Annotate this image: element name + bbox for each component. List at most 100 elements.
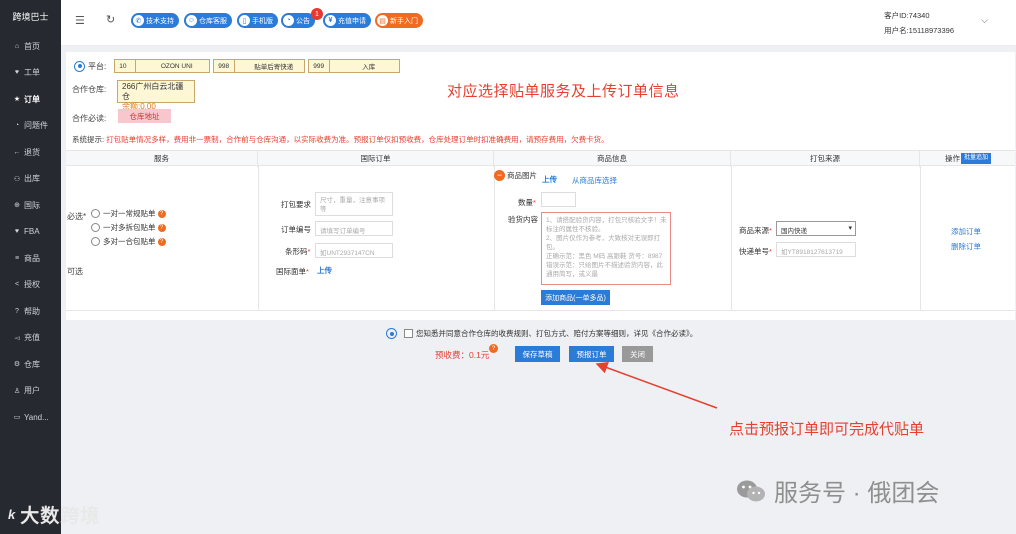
submit-forecast-button[interactable]: 预报订单	[569, 346, 614, 362]
sidebar-item-11[interactable]: ◅ 充值	[0, 325, 61, 352]
platform-name: OZON UNI	[160, 62, 193, 70]
pill-label: 仓库客服	[199, 17, 227, 25]
brand-logo: 跨境巴士	[12, 12, 49, 22]
sidebar-item-label: Yand...	[24, 412, 49, 422]
platform-code: 998	[218, 62, 230, 70]
star-icon: ★	[13, 96, 21, 104]
platform-code: 10	[119, 62, 127, 70]
user-info: 客户ID:74340 用户名:15118973396	[884, 8, 954, 38]
inspect-placeholder-line: 通用简写，或义最	[546, 271, 598, 278]
topbar-pill-4[interactable]: ¥ 充值申请	[323, 13, 371, 28]
help-icon[interactable]: ?	[157, 223, 166, 232]
pill-label: 充值申请	[338, 17, 366, 25]
order-no-input[interactable]: 请填写订单编号	[315, 221, 393, 236]
wechat-watermark: 服务号 · 俄团会	[736, 473, 939, 508]
platform-box-3[interactable]: 999 入库	[308, 59, 401, 73]
sidebar-item-4[interactable]: ← 退货	[0, 139, 61, 166]
pill-icon: ◔	[283, 15, 294, 26]
sidebar-item-14[interactable]: ▭ Yand...	[0, 404, 61, 431]
remove-product-icon[interactable]: −	[494, 170, 505, 181]
user-icon: ♙	[13, 387, 21, 395]
delete-order-link[interactable]: 删除订单	[951, 241, 981, 252]
box-icon: ◔	[14, 122, 20, 130]
service-option-many-to-one[interactable]: 多对一合包贴单 ?	[91, 236, 166, 247]
sidebar-item-10[interactable]: ? 帮助	[0, 298, 61, 325]
inspect-content-input[interactable]: 1、请搭配验货内容，打包只核验文字！未 标注的属性不核验。 2、图片仅作为参考，大致…	[541, 212, 671, 285]
topbar-pill-2[interactable]: ▯ 手机版	[237, 13, 278, 28]
topbar-pill-1[interactable]: ☺ 仓库客服	[184, 13, 232, 28]
help-icon[interactable]: ?	[157, 209, 166, 218]
service-option-one-to-many[interactable]: 一对多拆包贴单 ?	[91, 222, 166, 233]
header-service: 服务	[66, 151, 258, 167]
yandex-icon: ▭	[13, 414, 21, 422]
qty-input[interactable]	[541, 192, 576, 207]
radio-icon[interactable]	[91, 237, 100, 246]
sidebar-item-7[interactable]: ♥ FBA	[0, 219, 61, 246]
source-label: 商品来源*	[739, 226, 772, 235]
sidebar-item-label: FBA	[24, 227, 40, 237]
agreement-radio-icon[interactable]	[386, 328, 397, 339]
sidebar-item-label: 订单	[24, 94, 40, 104]
sidebar-item-3[interactable]: ◔ 问题件	[0, 113, 61, 140]
pill-icon: ☺	[186, 15, 197, 26]
product-image-row: − 商品图片	[494, 170, 537, 181]
barcode-label: 条形码*	[285, 247, 311, 256]
sidebar-item-12[interactable]: ⚙ 仓库	[0, 351, 61, 378]
inspect-placeholder-line: 1、请搭配验货内容，打包只核验文字！未	[546, 217, 667, 224]
sidebar-item-8[interactable]: ≡ 商品	[0, 245, 61, 272]
sidebar-item-label: 帮助	[24, 306, 40, 316]
product-image-label: 商品图片	[507, 171, 537, 180]
sidebar-item-9[interactable]: < 授权	[0, 272, 61, 299]
must-read-label: 合作必读:	[72, 114, 107, 123]
add-order-link[interactable]: 添加订单	[951, 226, 981, 237]
add-product-button[interactable]: 添加商品(一单多品)	[541, 290, 610, 305]
warehouse-address-button[interactable]: 仓库地址	[118, 109, 171, 123]
save-draft-button[interactable]: 保存草稿	[515, 346, 560, 362]
close-button[interactable]: 关闭	[622, 346, 653, 362]
radio-icon[interactable]	[91, 209, 100, 218]
topbar-pill-3[interactable]: ◔ 公告	[281, 13, 315, 28]
help-icon[interactable]: ?	[157, 237, 166, 246]
sidebar-item-6[interactable]: ⊕ 国际	[0, 192, 61, 219]
radio-icon[interactable]	[91, 223, 100, 232]
gear-icon: ⚙	[13, 361, 21, 369]
warehouse-label: 合作仓库:	[72, 85, 107, 94]
platform-name: 入库	[362, 64, 376, 71]
sidebar-item-1[interactable]: ♥ 工单	[0, 60, 61, 87]
menu-toggle-icon[interactable]: ☰	[75, 14, 85, 27]
warehouse-box[interactable]: 266广州白云北疆仓 余额:0.00	[117, 80, 195, 111]
sidebar-item-label: 退货	[24, 147, 40, 157]
pack-req-input[interactable]: 尺寸，重量，注意事项等	[315, 192, 393, 216]
sidebar-item-0[interactable]: ⌂ 首页	[0, 33, 61, 60]
sidebar-item-2[interactable]: ★ 订单	[0, 86, 61, 113]
sidebar-item-label: 国际	[24, 200, 40, 210]
pack-req-label: 打包要求	[281, 200, 311, 209]
inspect-placeholder-line: 错误示范：只给图片不描述验货内容，此	[546, 262, 663, 269]
sidebar-item-13[interactable]: ♙ 用户	[0, 378, 61, 405]
platform-label: 平台:	[88, 61, 107, 71]
service-option-one-to-one[interactable]: 一对一常规贴单 ?	[91, 208, 166, 219]
from-library-link[interactable]: 从商品库选择	[572, 175, 617, 186]
platform-box-2[interactable]: 998 贴单后寄快递	[213, 59, 306, 73]
product-image-upload-link[interactable]: 上传	[542, 174, 557, 185]
agreement-checkbox[interactable]	[404, 329, 413, 338]
source-select[interactable]: 国内快递 ▾	[776, 221, 856, 236]
barcode-input[interactable]: 如UNT2937147CN	[315, 243, 393, 258]
chevron-down-icon[interactable]: ⌵	[981, 15, 988, 26]
pill-label: 手机版	[252, 17, 273, 25]
refresh-icon[interactable]: ↻	[106, 13, 115, 26]
platform-radio-icon[interactable]	[74, 60, 85, 72]
platform-box-1[interactable]: 10 OZON UNI	[114, 59, 211, 73]
topbar-pill-5[interactable]: ▤ 新手入门	[375, 13, 423, 28]
help-icon: ?	[15, 307, 19, 315]
annotation-bottom: 点击预报订单即可完成代贴单	[729, 421, 925, 438]
sidebar-item-label: 问题件	[24, 121, 48, 131]
sidebar-item-5[interactable]: ⚇ 出库	[0, 166, 61, 193]
topbar-pill-0[interactable]: ✆ 技术支持	[131, 13, 179, 28]
intl-sheet-upload-link[interactable]: 上传	[317, 265, 332, 276]
tracking-input[interactable]: 如YT8918127613719	[776, 242, 856, 257]
batch-add-button[interactable]: 批量追加	[961, 153, 992, 164]
fee-help-icon[interactable]: ?	[489, 344, 498, 353]
agreement-text: 您知悉并同意合作仓库的收费规则、打包方式、赔付方案等细则，详见《合作必读》。	[416, 329, 698, 338]
source-select-value: 国内快递	[781, 228, 807, 235]
